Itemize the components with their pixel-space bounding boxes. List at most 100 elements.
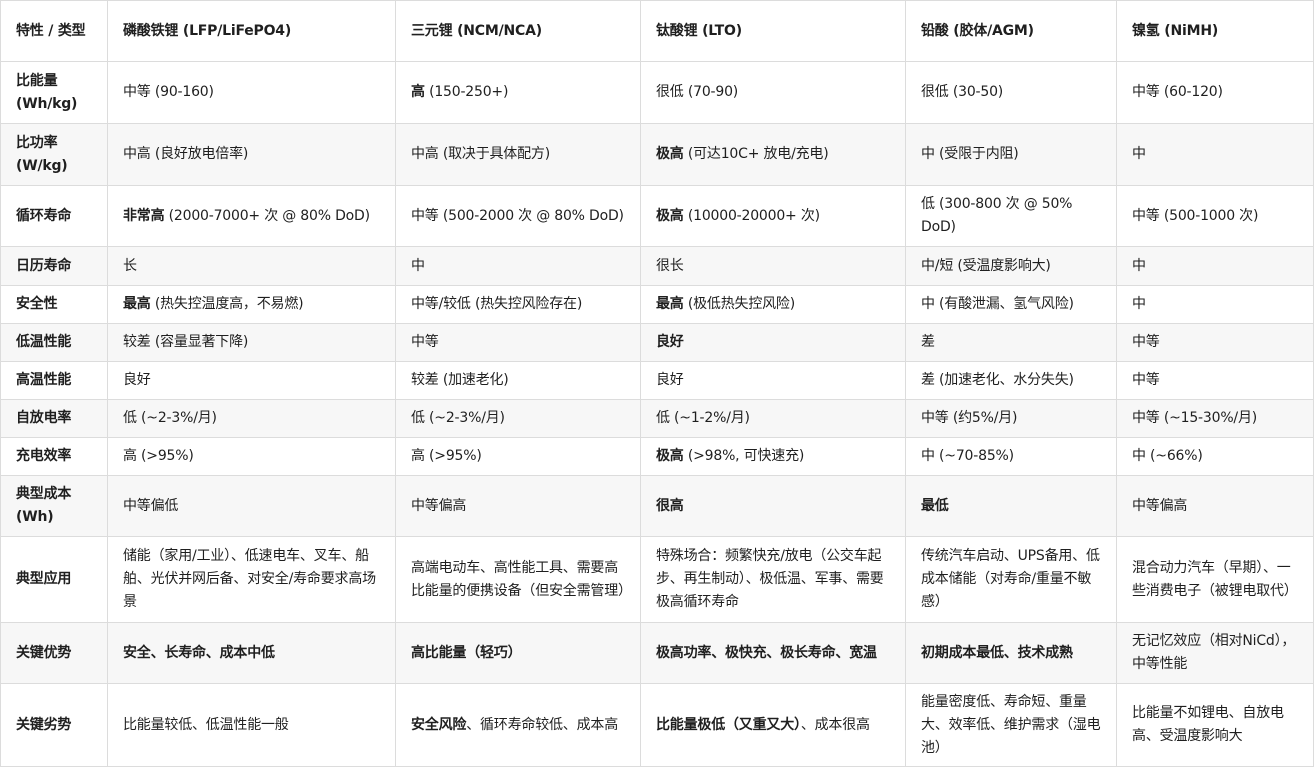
table-cell: 很长 xyxy=(640,246,906,286)
table-cell: 差 xyxy=(905,323,1117,362)
table-cell: 极高 (>98%, 可快速充) xyxy=(640,437,906,476)
table-row: 高温性能 良好 较差 (加速老化) 良好差 (加速老化、水分失失) 中等 xyxy=(0,361,1314,400)
cell-text: 良好 xyxy=(656,372,684,388)
cell-emphasis: 良好 xyxy=(656,334,684,350)
table-row: 充电效率高 (>95%) 高 (>95%) 极高 (>98%, 可快速充) 中 (~7… xyxy=(0,437,1314,476)
table-cell: 中等 xyxy=(1116,323,1314,362)
cell-text: 中等偏低 xyxy=(123,497,179,514)
cell-text: 中 (受限于内阻) xyxy=(921,146,1019,162)
table-cell: 中高 (良好放电倍率) xyxy=(107,123,396,186)
cell-emphasis: 很高 xyxy=(656,497,684,514)
table-cell: 中 xyxy=(1116,246,1314,286)
table-cell: 高 (>95%) xyxy=(395,437,641,476)
cell-text: (热失控温度高，不易燃) xyxy=(150,296,304,312)
cell-text: 高 (>95%) xyxy=(411,448,482,464)
cell-text: 中 xyxy=(1132,146,1146,162)
table-cell: 高 (>95%) xyxy=(107,437,396,476)
table-cell: 长 xyxy=(107,246,396,286)
row-label: 充电效率 xyxy=(0,437,108,476)
cell-text: 比能量不如锂电、自放电高、受温度影响大 xyxy=(1132,705,1284,744)
table-cell: 差 (加速老化、水分失失) xyxy=(905,361,1117,400)
cell-emphasis: 极高功率、极快充、极长寿命、宽温 xyxy=(656,644,877,661)
table-cell: 低 (300-800 次 @ 50% DoD) xyxy=(905,185,1117,247)
table-row: 自放电率低 (~2-3%/月) 低 (~2-3%/月) 低 (~1-2%/月) 中等 … xyxy=(0,399,1314,438)
table-cell: 高 (150-250+) xyxy=(395,61,641,124)
header-cell: 磷酸铁锂 (LFP/LiFePO4) xyxy=(107,0,396,62)
table-cell: 非常高 (2000-7000+ 次 @ 80% DoD) xyxy=(107,185,396,247)
table-cell: 中 (有酸泄漏、氢气风险) xyxy=(905,285,1117,324)
cell-text: 高端电动车、高性能工具、需要高比能量的便携设备（但安全需管理） xyxy=(411,559,632,599)
table-cell: 中等 xyxy=(1116,361,1314,400)
table-cell: 初期成本最低、技术成熟 xyxy=(905,622,1117,684)
cell-text: 传统汽车启动、UPS备用、低成本储能（对寿命/重量不敏感） xyxy=(921,548,1100,610)
cell-text: 、成本很高 xyxy=(800,716,870,733)
table-cell: 极高 (10000-20000+ 次) xyxy=(640,185,906,247)
cell-text: 差 xyxy=(921,334,935,350)
cell-text: 中 (~66%) xyxy=(1132,448,1203,464)
table-cell: 中等偏高 xyxy=(395,475,641,537)
table-cell: 中等 (90-160) xyxy=(107,61,396,124)
table-cell: 低 (~2-3%/月) xyxy=(107,399,396,438)
cell-emphasis: 极高 xyxy=(656,207,684,224)
row-label: 比能量 (Wh/kg) xyxy=(0,61,108,124)
cell-text: (2000-7000+ 次 @ 80% DoD) xyxy=(164,207,370,224)
cell-emphasis: 比能量极低（又重又大） xyxy=(656,716,801,733)
table-cell: 中等偏高 xyxy=(1116,475,1314,537)
table-row: 典型成本 (Wh) 中等偏低 中等偏高 很高 最低 中等偏高 xyxy=(0,475,1314,537)
cell-emphasis: 安全、长寿命、成本中低 xyxy=(123,644,275,661)
cell-text: 中等 xyxy=(1132,334,1160,350)
cell-text: 低 (300-800 次 @ 50% DoD) xyxy=(921,196,1073,235)
table-cell: 中等 (约5%/月) xyxy=(905,399,1117,438)
cell-text: 混合动力汽车（早期）、一些消费电子（被锂电取代） xyxy=(1132,559,1298,599)
table-cell: 安全风险、循环寿命较低、成本高 xyxy=(395,683,641,767)
row-label: 关键优势 xyxy=(0,622,108,684)
table-cell: 中等 (500-1000 次) xyxy=(1116,185,1314,247)
table-cell: 安全、长寿命、成本中低 xyxy=(107,622,396,684)
cell-text: 中等偏高 xyxy=(1132,497,1188,514)
table-row: 日历寿命长 中 很长 中/短 (受温度影响大) 中 xyxy=(0,246,1314,286)
cell-text: 中高 (良好放电倍率) xyxy=(123,146,249,162)
table-cell: 中 xyxy=(1116,123,1314,186)
table-cell: 比能量不如锂电、自放电高、受温度影响大 xyxy=(1116,683,1314,767)
cell-text: 很长 xyxy=(656,257,684,274)
cell-text: 中 xyxy=(1132,257,1146,274)
cell-text: 中等偏高 xyxy=(411,497,467,514)
cell-text: 中等 (60-120) xyxy=(1132,84,1223,100)
cell-text: 能量密度低、寿命短、重量大、效率低、维护需求（湿电池） xyxy=(921,693,1101,756)
row-label: 循环寿命 xyxy=(0,185,108,247)
row-label: 日历寿命 xyxy=(0,246,108,286)
cell-text: (可达10C+ 放电/充电) xyxy=(683,146,829,162)
table-cell: 低 (~2-3%/月) xyxy=(395,399,641,438)
table-cell: 中 xyxy=(395,246,641,286)
table-cell: 低 (~1-2%/月) xyxy=(640,399,906,438)
table-cell: 特殊场合：频繁快充/放电（公交车起步、再生制动）、极低温、军事、需要极高循环寿命 xyxy=(640,536,906,623)
row-label: 典型成本 (Wh) xyxy=(0,475,108,537)
header-cell: 铅酸 (胶体/AGM) xyxy=(905,0,1117,62)
cell-text: 中等 xyxy=(411,334,439,350)
cell-text: (极低热失控风险) xyxy=(683,296,795,312)
table-cell: 较差 (加速老化) xyxy=(395,361,641,400)
table-cell: 中高 (取决于具体配方) xyxy=(395,123,641,186)
cell-text: 良好 xyxy=(123,372,151,388)
table-cell: 比能量较低、低温性能一般 xyxy=(107,683,396,767)
row-label: 典型应用 xyxy=(0,536,108,623)
table-cell: 最高 (热失控温度高，不易燃) xyxy=(107,285,396,324)
table-cell: 储能（家用/工业）、低速电车、叉车、船舶、光伏并网后备、对安全/寿命要求高场景 xyxy=(107,536,396,623)
cell-text: 特殊场合：频繁快充/放电（公交车起步、再生制动）、极低温、军事、需要极高循环寿命 xyxy=(656,548,884,610)
table-cell: 良好 xyxy=(640,361,906,400)
cell-text: 中等 (约5%/月) xyxy=(921,410,1018,426)
table-cell: 无记忆效应（相对NiCd），中等性能 xyxy=(1116,622,1314,684)
table-row: 关键劣势 比能量较低、低温性能一般 安全风险、循环寿命较低、成本高 比能量极低（又重又… xyxy=(0,683,1314,767)
table-cell: 中 (~70-85%) xyxy=(905,437,1117,476)
cell-text: 中高 (取决于具体配方) xyxy=(411,146,550,162)
cell-emphasis: 最高 xyxy=(123,296,151,312)
header-cell: 钛酸锂 (LTO) xyxy=(640,0,906,62)
table-cell: 中 (~66%) xyxy=(1116,437,1314,476)
cell-text: 中等 xyxy=(1132,372,1160,388)
table-cell: 中等 (60-120) xyxy=(1116,61,1314,124)
cell-text: (150-250+) xyxy=(424,84,509,100)
cell-emphasis: 极高 xyxy=(656,448,684,464)
cell-text: 长 xyxy=(123,257,137,274)
battery-comparison-table: 特性 / 类型 磷酸铁锂 (LFP/LiFePO4) 三元锂 (NCM/NCA)… xyxy=(0,0,1314,767)
table-cell: 中 xyxy=(1116,285,1314,324)
